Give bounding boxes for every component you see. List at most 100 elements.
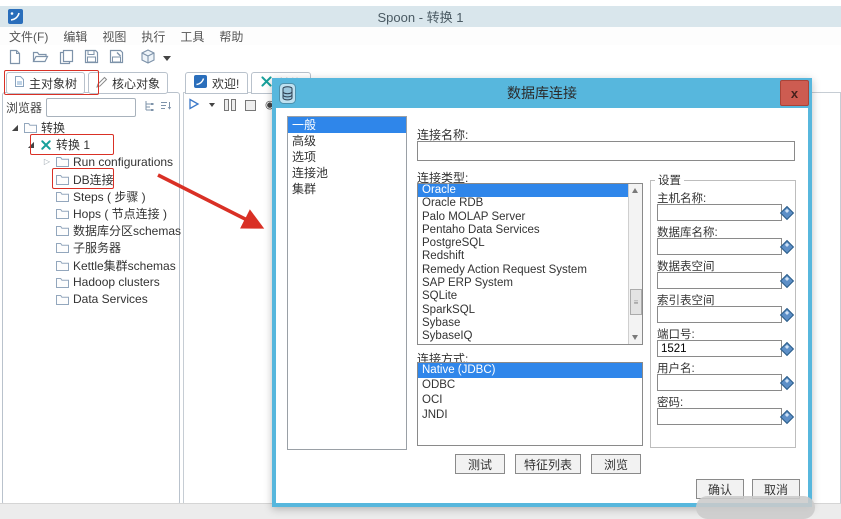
tree-item-label: Hadoop clusters [73, 275, 160, 289]
menu-帮助[interactable]: 帮助 [219, 28, 243, 45]
access-method-odbc[interactable]: ODBC [418, 378, 642, 393]
connection-type-sybaseiq[interactable]: SybaseIQ [418, 330, 642, 343]
tree-toggle-expanded-icon[interactable]: ◢ [26, 140, 36, 149]
scroll-down-icon[interactable] [629, 331, 642, 344]
save-as-icon[interactable] [109, 49, 124, 67]
field-label: 数据表空间 [657, 258, 788, 271]
connection-type-sap-erp-system[interactable]: SAP ERP System [418, 277, 642, 290]
dialog-nav-选项[interactable]: 选项 [288, 149, 406, 165]
folder-icon [56, 277, 69, 288]
tree-item-kettle集群schemas[interactable]: Kettle集群schemas [2, 257, 178, 274]
connection-type-postgresql[interactable]: PostgreSQL [418, 237, 642, 250]
pause-icon[interactable] [224, 99, 236, 111]
field-label: 主机名称: [657, 190, 788, 203]
object-tree: ◢转换◢转换 1▷Run configurationsDB连接Steps ( 步… [2, 119, 178, 308]
用户名-input[interactable] [657, 374, 782, 391]
field-input-row [657, 340, 788, 357]
测试-button[interactable]: 测试 [455, 454, 505, 474]
menu-视图[interactable]: 视图 [102, 28, 126, 45]
new-file-icon[interactable] [8, 49, 22, 68]
chevron-down-icon[interactable] [163, 56, 171, 61]
variable-diamond-icon[interactable] [780, 376, 794, 390]
索引表空间-input[interactable] [657, 306, 782, 323]
connection-type-pentaho-data-services[interactable]: Pentaho Data Services [418, 224, 642, 237]
browser-label: 浏览器 [6, 99, 42, 116]
tree-item-子服务器[interactable]: 子服务器 [2, 239, 178, 256]
tree-item-label: 数据库分区schemas [73, 222, 181, 239]
variable-diamond-icon[interactable] [780, 308, 794, 322]
tree-item-label: 子服务器 [73, 239, 121, 256]
field-input-row [657, 238, 788, 255]
folder-icon [56, 156, 69, 167]
settings-field-用户名: 用户名: [657, 360, 788, 391]
database-cube-icon[interactable] [140, 49, 156, 67]
run-options-chevron-icon[interactable] [209, 103, 215, 107]
connection-type-palo-molap-server[interactable]: Palo MOLAP Server [418, 211, 642, 224]
access-method-native-jdbc[interactable]: Native (JDBC) [418, 363, 642, 378]
connection-type-sparksql[interactable]: SparkSQL [418, 304, 642, 317]
dialog-nav-集群[interactable]: 集群 [288, 181, 406, 197]
variable-diamond-icon[interactable] [780, 342, 794, 356]
浏览-button[interactable]: 浏览 [591, 454, 641, 474]
connection-type-sqlite[interactable]: SQLite [418, 290, 642, 303]
connection-type-redshift[interactable]: Redshift [418, 250, 642, 263]
数据库名称-input[interactable] [657, 238, 782, 255]
open-file-icon[interactable] [32, 49, 49, 67]
tree-item-data-services[interactable]: Data Services [2, 291, 178, 308]
tree-item-转换-1[interactable]: ◢ 转换 1 [2, 136, 178, 153]
variable-diamond-icon[interactable] [780, 240, 794, 254]
run-icon[interactable] [188, 98, 200, 113]
scrollbar[interactable]: ≡ [628, 184, 642, 344]
tree-item-db连接[interactable]: DB连接 [2, 171, 178, 188]
watermark-blob [696, 496, 815, 519]
tree-toggle-expanded-icon[interactable]: ◢ [10, 123, 20, 132]
scrollbar-thumb[interactable]: ≡ [630, 289, 642, 315]
tree-item-run-configurations[interactable]: ▷Run configurations [2, 153, 178, 170]
dialog-nav-一般[interactable]: 一般 [288, 117, 406, 133]
variable-diamond-icon[interactable] [780, 274, 794, 288]
folder-icon [24, 122, 37, 133]
数据表空间-input[interactable] [657, 272, 782, 289]
variable-diamond-icon[interactable] [780, 206, 794, 220]
save-icon[interactable] [84, 49, 99, 67]
settings-field-密码: 密码: [657, 394, 788, 425]
主机名称-input[interactable] [657, 204, 782, 221]
stop-icon[interactable] [245, 100, 256, 111]
tree-item-label: 转换 1 [56, 136, 90, 153]
sort-list-icon[interactable] [160, 100, 172, 115]
pencil-icon [96, 76, 108, 91]
dialog-nav-高级[interactable]: 高级 [288, 133, 406, 149]
connection-type-oracle-rdb[interactable]: Oracle RDB [418, 197, 642, 210]
tab-welcome[interactable]: 欢迎! [185, 72, 248, 94]
tree-item-hops-节点连接[interactable]: Hops ( 节点连接 ) [2, 205, 178, 222]
tree-item-steps-步骤[interactable]: Steps ( 步骤 ) [2, 188, 178, 205]
menu-工具[interactable]: 工具 [180, 28, 204, 45]
端口号-input[interactable] [657, 340, 782, 357]
connection-type-oracle[interactable]: Oracle [418, 184, 642, 197]
folder-icon [56, 294, 69, 305]
tree-toggle-collapsed-icon[interactable]: ▷ [42, 157, 52, 166]
duplicate-icon[interactable] [59, 49, 74, 68]
connection-type-sybase[interactable]: Sybase [418, 317, 642, 330]
tab-main-object-tree[interactable]: 主对象树 [6, 72, 85, 94]
browser-filter-input[interactable] [46, 98, 136, 117]
dialog-nav-连接池[interactable]: 连接池 [288, 165, 406, 181]
connection-name-input[interactable] [417, 141, 795, 161]
menu-执行[interactable]: 执行 [141, 28, 165, 45]
menu-文件-f[interactable]: 文件(F) [9, 28, 48, 45]
tree-item-hadoop-clusters[interactable]: Hadoop clusters [2, 274, 178, 291]
spoon-window: Spoon - 转换 1 文件(F)编辑视图执行工具帮助 主对象树 核心对象 浏… [0, 0, 841, 519]
hierarchy-view-icon[interactable] [144, 100, 155, 115]
connection-type-remedy-action-request-system[interactable]: Remedy Action Request System [418, 264, 642, 277]
特征列表-button[interactable]: 特征列表 [515, 454, 581, 474]
access-method-oci[interactable]: OCI [418, 393, 642, 408]
tree-item-转换[interactable]: ◢转换 [2, 119, 178, 136]
tab-core-objects[interactable]: 核心对象 [88, 72, 168, 94]
close-icon[interactable]: x [780, 80, 809, 106]
密码-input[interactable] [657, 408, 782, 425]
scroll-up-icon[interactable] [629, 184, 642, 197]
variable-diamond-icon[interactable] [780, 410, 794, 424]
tree-item-数据库分区schemas[interactable]: 数据库分区schemas [2, 222, 178, 239]
menu-编辑[interactable]: 编辑 [63, 28, 87, 45]
access-method-jndi[interactable]: JNDI [418, 408, 642, 423]
